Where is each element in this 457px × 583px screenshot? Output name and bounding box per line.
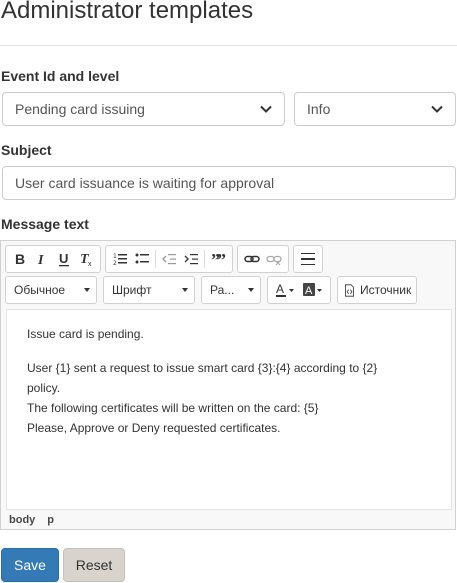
horizontal-rule-icon	[301, 253, 315, 265]
save-button[interactable]: Save	[1, 548, 59, 582]
text-color-icon: A	[276, 282, 294, 297]
bold-icon: B	[15, 251, 25, 267]
background-color-button[interactable]: A	[299, 279, 327, 301]
indent-button[interactable]	[180, 248, 202, 270]
message-label: Message text	[1, 216, 89, 232]
subject-input[interactable]: User card issuance is waiting for approv…	[2, 166, 456, 200]
outdent-button[interactable]	[158, 248, 180, 270]
path-item-p[interactable]: p	[47, 514, 54, 526]
outdent-icon	[162, 254, 176, 265]
event-label: Event Id and level	[1, 68, 120, 84]
link-button[interactable]	[241, 248, 263, 270]
caret-down-icon	[84, 288, 90, 292]
italic-button[interactable]: I	[31, 248, 53, 270]
italic-icon: I	[37, 253, 44, 267]
link-icon	[244, 255, 260, 263]
divider	[0, 45, 457, 46]
bulleted-list-button[interactable]	[131, 248, 153, 270]
numbered-list-icon: 12	[113, 253, 127, 267]
remove-format-button[interactable]: Tx	[75, 248, 97, 270]
svg-text:U: U	[59, 251, 68, 266]
event-select[interactable]: Pending card issuing	[2, 92, 285, 126]
svg-text:2: 2	[113, 260, 117, 267]
element-path-bar: body p	[9, 514, 54, 526]
toolbar-separator	[155, 250, 156, 268]
chevron-down-icon	[260, 105, 272, 113]
source-button[interactable]: Источник	[337, 276, 418, 304]
colors-group: A A	[267, 276, 331, 304]
format-combo[interactable]: Обычное	[5, 276, 97, 304]
horizontal-rule-button[interactable]	[297, 248, 319, 270]
numbered-list-button[interactable]: 12	[109, 248, 131, 270]
message-line-1: User {1} sent a request to issue smart c…	[27, 361, 378, 375]
remove-format-icon: Tx	[80, 252, 92, 267]
message-paragraph-1: Issue card is pending.	[27, 327, 144, 341]
bulleted-list-icon	[135, 253, 149, 264]
event-select-value: Pending card issuing	[15, 101, 145, 117]
text-color-button[interactable]: A	[271, 279, 299, 301]
svg-text:B: B	[15, 251, 25, 267]
background-color-icon: A	[303, 283, 322, 297]
font-combo-label: Шрифт	[112, 283, 152, 297]
toolbar-separator	[204, 250, 205, 268]
size-combo-label: Ра...	[210, 283, 235, 297]
paragraph-group: 12 ””	[105, 245, 233, 273]
rich-text-editor: B I U Tx 12 ” ” Обычное Шрифт Ра... A A …	[0, 240, 456, 530]
insert-group	[293, 245, 323, 273]
svg-text:A: A	[276, 282, 284, 296]
path-item-body[interactable]: body	[9, 514, 35, 526]
level-select-value: Info	[307, 101, 331, 117]
unlink-icon	[266, 255, 282, 266]
svg-text:A: A	[305, 285, 313, 297]
editor-toolbar-row-2: Обычное Шрифт Ра... A A Источник	[5, 276, 418, 304]
subject-label: Subject	[1, 142, 52, 158]
bold-button[interactable]: B	[9, 248, 31, 270]
editor-content[interactable]: Issue card is pending. User {1} sent a r…	[6, 309, 452, 510]
unlink-button[interactable]	[263, 248, 285, 270]
source-icon	[345, 283, 354, 297]
svg-text:x: x	[88, 261, 92, 267]
message-line-4: Please, Approve or Deny requested certif…	[27, 421, 281, 435]
message-line-3: The following certificates will be writt…	[27, 401, 319, 415]
basic-styles-group: B I U Tx	[5, 245, 101, 273]
source-button-label: Источник	[360, 283, 412, 297]
editor-toolbar-row-1: B I U Tx 12 ” ”	[5, 245, 323, 273]
blockquote-icon: ””	[211, 251, 226, 267]
blockquote-button[interactable]: ””	[207, 248, 229, 270]
underline-button[interactable]: U	[53, 248, 75, 270]
level-select[interactable]: Info	[294, 92, 456, 126]
font-combo[interactable]: Шрифт	[103, 276, 195, 304]
svg-text:I: I	[37, 253, 44, 267]
format-combo-label: Обычное	[14, 283, 66, 297]
caret-down-icon	[248, 288, 254, 292]
size-combo[interactable]: Ра...	[201, 276, 261, 304]
page-title: Administrator templates	[1, 0, 254, 24]
underline-icon: U	[59, 251, 69, 267]
chevron-down-icon	[431, 105, 443, 113]
links-group	[237, 245, 289, 273]
caret-down-icon	[182, 288, 188, 292]
indent-icon	[184, 254, 198, 265]
message-line-2: policy.	[27, 381, 61, 395]
reset-button[interactable]: Reset	[63, 548, 125, 582]
svg-text:1: 1	[113, 253, 117, 260]
svg-text:”: ”	[217, 251, 226, 267]
